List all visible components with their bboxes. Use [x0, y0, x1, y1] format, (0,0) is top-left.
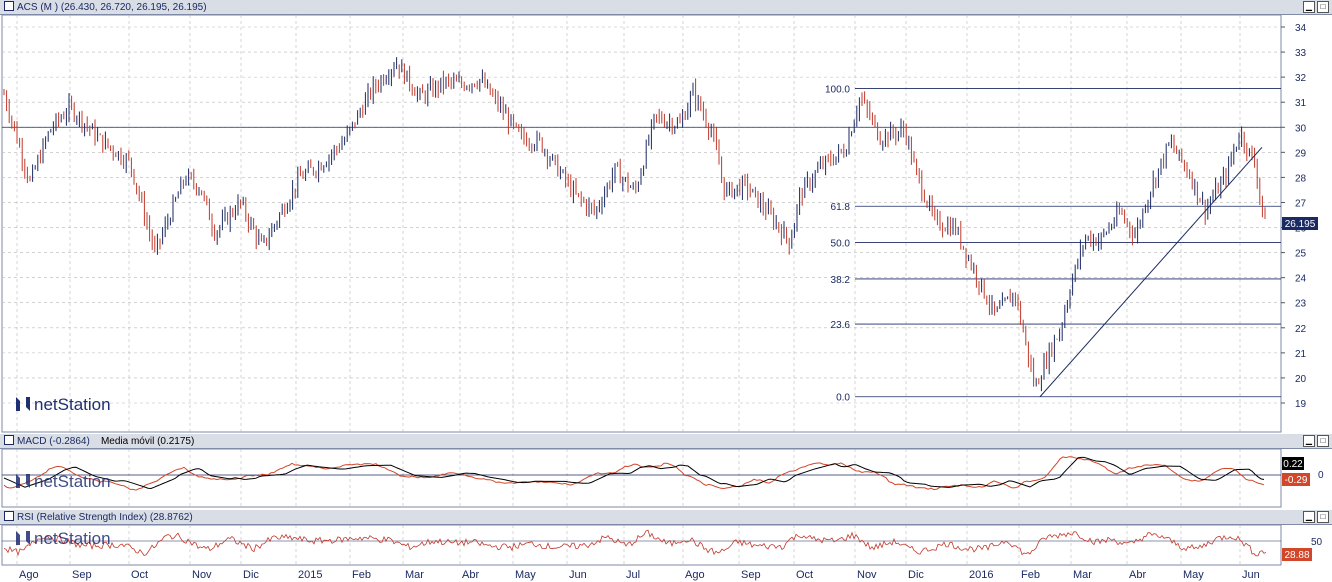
fib-label: 61.8 — [831, 202, 851, 213]
x-tick-label: Oct — [131, 569, 148, 581]
rsi-line — [2, 529, 1281, 557]
main-panel-frame — [1, 14, 1282, 433]
fib-label: 100.0 — [825, 84, 850, 95]
y-tick-label: 34 — [1295, 23, 1307, 34]
x-tick-label: Ago — [19, 569, 39, 581]
y-tick-label: 22 — [1295, 324, 1307, 335]
watermark-rsi: netStation — [34, 529, 111, 548]
y-tick-label: 24 — [1295, 274, 1307, 285]
fib-label: 50.0 — [831, 239, 851, 250]
grid — [1, 14, 1282, 566]
fib-label: 0.0 — [836, 393, 850, 404]
x-tick-label: Abr — [1129, 569, 1146, 581]
y-tick-label: 28 — [1295, 173, 1307, 184]
x-tick-label: Mar — [1073, 569, 1092, 581]
macd-lines — [2, 456, 1281, 491]
x-tick-label: 2015 — [298, 569, 322, 581]
rsi-badge-text: 28.88 — [1284, 550, 1309, 561]
y-tick-label: 33 — [1295, 48, 1307, 59]
trendline — [1039, 146, 1263, 398]
watermark-main: netStation — [34, 395, 111, 414]
fibonacci-levels: 100.0 61.8 50.0 38.2 23.6 0.0 — [2, 84, 1281, 404]
x-tick-label: Feb — [1021, 569, 1040, 581]
rsi-path — [3, 529, 1267, 557]
fib-label: 38.2 — [831, 275, 851, 286]
rsi-50-tick: 50 — [1311, 537, 1323, 548]
y-tick-label: 27 — [1295, 198, 1307, 209]
chart-window: ACS (M ) (26.430, 26.720, 26.195, 26.195… — [0, 0, 1332, 582]
x-tick-label: Dic — [243, 569, 259, 581]
x-tick-label: Jun — [1242, 569, 1260, 581]
macd-signal-line — [3, 456, 1265, 490]
macd-panel-frame — [1, 448, 1282, 508]
x-tick-label: Feb — [352, 569, 371, 581]
y-tick-label: 32 — [1295, 73, 1307, 84]
chart-svg: 100.0 61.8 50.0 38.2 23.6 0.0 34 33 32 31 30 29 28 2… — [1, 14, 1324, 581]
price-bars — [3, 57, 1266, 392]
x-tick-label: Abr — [462, 569, 479, 581]
rsi-panel-frame — [1, 524, 1282, 566]
y-tick-label: 30 — [1295, 123, 1307, 134]
x-tick-label: Sep — [72, 569, 92, 581]
y-tick-label: 19 — [1295, 399, 1307, 410]
y-tick-label: 23 — [1295, 299, 1307, 310]
macd-badge-text: 0.22 — [1283, 459, 1303, 470]
y-tick-label: 29 — [1295, 148, 1307, 159]
x-tick-label: 2016 — [969, 569, 993, 581]
x-tick-label: Mar — [405, 569, 424, 581]
netstation-logo-main: netStation — [16, 395, 111, 414]
x-tick-label: Nov — [192, 569, 212, 581]
x-tick-label: Dic — [908, 569, 924, 581]
y-tick-label: 21 — [1295, 349, 1307, 360]
y-tick-label: 31 — [1295, 98, 1307, 109]
x-tick-label: Oct — [796, 569, 813, 581]
y-tick-label: 20 — [1295, 374, 1307, 385]
macd-signal-badge-text: -0.29 — [1285, 475, 1308, 486]
last-price-badge-text: 26.195 — [1285, 219, 1316, 230]
watermark-macd: netStation — [34, 472, 111, 491]
x-tick-label: Jun — [569, 569, 587, 581]
x-tick-label: May — [515, 569, 536, 581]
axes: 34333231302928272625242322212019AgoSepOc… — [19, 23, 1307, 581]
x-tick-label: Jul — [626, 569, 640, 581]
fib-label: 23.6 — [831, 320, 851, 331]
y-tick-label: 25 — [1295, 249, 1307, 260]
macd-zero-tick: 0 — [1318, 470, 1324, 481]
trendline-line — [1039, 146, 1263, 398]
x-tick-label: Sep — [741, 569, 761, 581]
x-tick-label: Ago — [685, 569, 705, 581]
x-tick-label: Nov — [857, 569, 877, 581]
x-tick-label: May — [1183, 569, 1204, 581]
